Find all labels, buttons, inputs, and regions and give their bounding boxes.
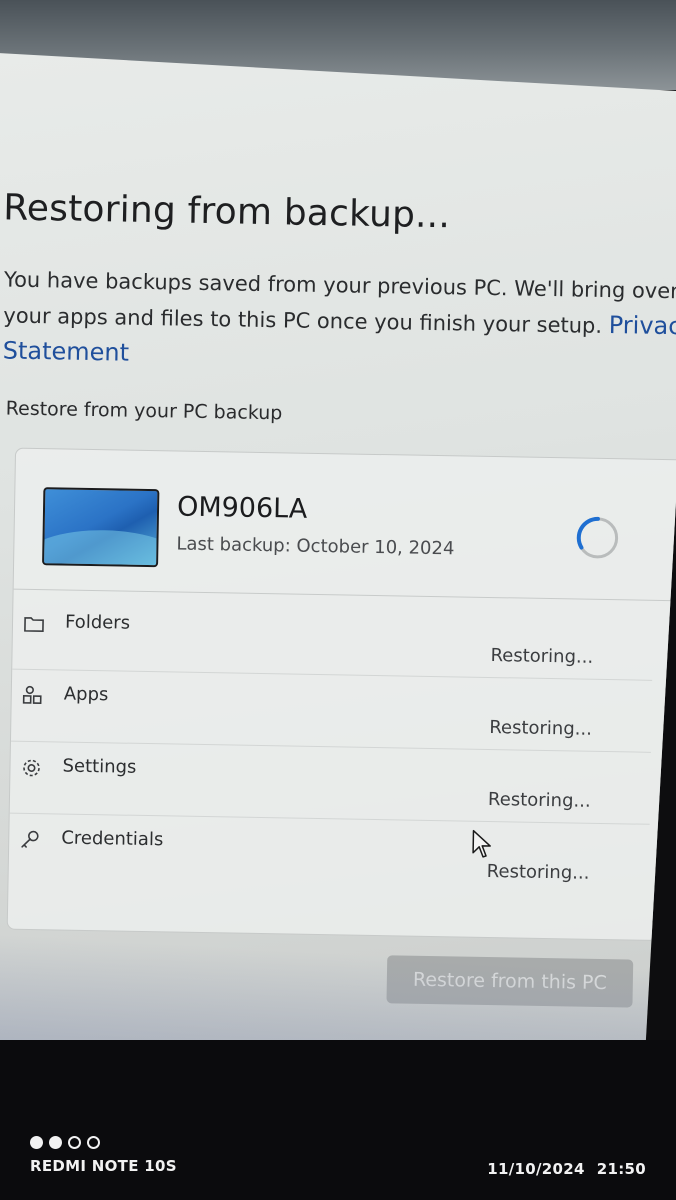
folder-icon (24, 617, 44, 632)
key-icon (21, 830, 39, 848)
setup-content: Restoring from backup... You have backup… (0, 52, 676, 1064)
restore-item-status: Restoring... (486, 860, 590, 884)
watermark-dot (30, 1136, 43, 1149)
loading-spinner-icon (576, 516, 619, 559)
description-text: You have backups saved from your previou… (3, 267, 676, 338)
apps-icon (22, 685, 42, 704)
restore-item-credentials: Credentials Restoring... (8, 815, 649, 896)
camera-model: REDMI NOTE 10S (30, 1157, 177, 1175)
camera-datetime: 11/10/2024 21:50 (487, 1160, 646, 1178)
backup-device-card: OM906LA Last backup: October 10, 2024 Fo… (6, 447, 676, 1008)
page-title: Restoring from backup... (2, 187, 451, 237)
camera-time: 21:50 (596, 1160, 646, 1178)
watermark-dot (68, 1136, 81, 1149)
page-description: You have backups saved from your previou… (2, 262, 676, 381)
device-name: OM906LA (176, 491, 308, 525)
setup-screen: Restoring from backup... You have backup… (0, 52, 676, 1091)
watermark-dot (87, 1136, 100, 1149)
mouse-pointer-icon (472, 829, 491, 858)
restore-item-status: Restoring... (487, 788, 591, 812)
restore-item-label: Settings (62, 755, 137, 778)
watermark-dot (49, 1136, 62, 1149)
last-backup-date: Last backup: October 10, 2024 (176, 533, 455, 560)
restore-item-label: Apps (63, 683, 109, 706)
restore-item-label: Credentials (61, 827, 164, 851)
restore-item-settings: Settings Restoring... (10, 743, 651, 824)
camera-watermark: REDMI NOTE 10S (30, 1136, 177, 1175)
restore-item-folders: Folders Restoring... (12, 599, 653, 680)
restore-item-apps: Apps Restoring... (11, 671, 652, 752)
restore-item-status: Restoring... (489, 716, 593, 740)
desktop-thumbnail (42, 487, 160, 568)
restore-item-label: Folders (64, 611, 131, 634)
restore-item-status: Restoring... (490, 645, 594, 668)
camera-date: 11/10/2024 (487, 1160, 585, 1178)
section-label: Restore from your PC backup (5, 397, 283, 425)
watermark-dots (30, 1136, 177, 1149)
gear-icon (23, 759, 40, 777)
